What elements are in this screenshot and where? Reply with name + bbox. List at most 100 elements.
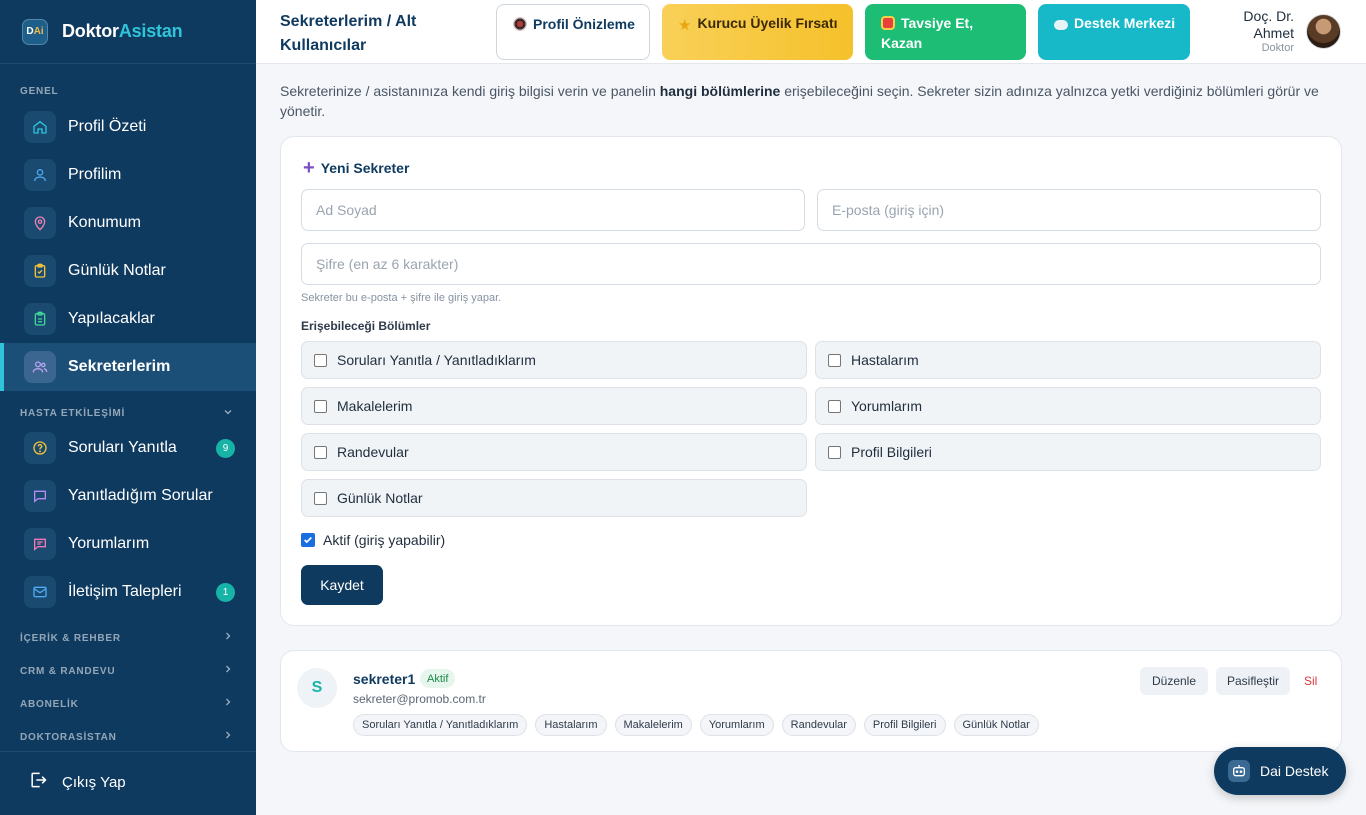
sidebar-item-label: Profil Özeti	[68, 118, 147, 135]
sidebar-item-secretaries[interactable]: Sekreterlerim	[0, 343, 256, 391]
permission-daily-notes[interactable]: Günlük Notlar	[301, 479, 807, 517]
home-icon	[24, 111, 56, 143]
section-toggle-content[interactable]: İÇERİK & REHBER	[0, 626, 256, 650]
sidebar-item-label: Yorumlarım	[68, 535, 150, 552]
brand[interactable]: D Ai DoktorAsistan	[0, 0, 256, 64]
sidebar-item-answered-questions[interactable]: Yanıtladığım Sorular	[0, 472, 256, 520]
permission-tag: Soruları Yanıtla / Yanıtladıklarım	[353, 714, 528, 736]
plus-icon: +	[303, 157, 315, 179]
checkbox[interactable]	[828, 445, 841, 459]
permission-label: Randevular	[337, 444, 409, 460]
sidebar-item-comments[interactable]: Yorumlarım	[0, 520, 256, 568]
section-label-crm: CRM & RANDEVU	[20, 665, 116, 677]
new-secretary-card: + Yeni Sekreter Ad Soyad E-posta (giriş …	[280, 136, 1342, 626]
sidebar-item-answer-questions[interactable]: Soruları Yanıtla 9	[0, 424, 256, 472]
clipboard-list-icon	[24, 303, 56, 335]
brand-logo-ai: Ai	[33, 26, 44, 37]
brand-name-part2: Asistan	[118, 21, 183, 41]
chevron-right-icon	[222, 629, 234, 647]
section-toggle-doktorasistan[interactable]: DOKTORASİSTAN	[0, 725, 256, 749]
section-label-patient: HASTA ETKİLEŞİMİ	[20, 407, 126, 419]
founder-membership-button[interactable]: ★ Kurucu Üyelik Fırsatı	[662, 4, 853, 60]
sidebar-divider	[0, 751, 256, 752]
logout-icon	[28, 770, 48, 795]
chat-bubble-icon	[24, 480, 56, 512]
checkbox[interactable]	[314, 399, 327, 413]
sidebar-item-label: Yanıtladığım Sorular	[68, 487, 213, 504]
founder-membership-label: Kurucu Üyelik Fırsatı	[697, 15, 838, 31]
checkbox[interactable]	[828, 399, 841, 413]
section-toggle-subscription[interactable]: ABONELİK	[0, 692, 256, 716]
logout-label: Çıkış Yap	[62, 774, 126, 791]
intro-part1: Sekreterinize / asistanınıza kendi giriş…	[280, 83, 660, 99]
sidebar-item-todos[interactable]: Yapılacaklar	[0, 295, 256, 343]
permission-tag: Yorumlarım	[699, 714, 774, 736]
sidebar-item-label: Sekreterlerim	[68, 358, 171, 375]
form-title-label: Yeni Sekreter	[320, 160, 410, 176]
status-badge: Aktif	[420, 669, 456, 688]
permission-questions[interactable]: Soruları Yanıtla / Yanıtladıklarım	[301, 341, 807, 379]
permission-label: Makalelerim	[337, 398, 413, 414]
sidebar-item-profile-summary[interactable]: Profil Özeti	[0, 103, 256, 151]
count-badge: 1	[216, 582, 235, 602]
profile-preview-button[interactable]: Profil Önizleme	[496, 4, 650, 60]
sidebar-item-location[interactable]: Konumum	[0, 199, 256, 247]
sidebar-item-contact-requests[interactable]: İletişim Talepleri 1	[0, 568, 256, 616]
brand-name-part1: Doktor	[62, 21, 119, 41]
speech-bubble-icon	[1054, 20, 1068, 30]
sidebar-item-daily-notes[interactable]: Günlük Notlar	[0, 247, 256, 295]
sidebar-item-label: Yapılacaklar	[68, 310, 155, 327]
active-toggle[interactable]: Aktif (giriş yapabilir)	[301, 532, 445, 548]
email-input[interactable]: E-posta (giriş için)	[817, 189, 1321, 231]
permission-appointments[interactable]: Randevular	[301, 433, 807, 471]
refer-earn-button[interactable]: Tavsiye Et, Kazan	[865, 4, 1026, 60]
dai-support-button[interactable]: Dai Destek	[1214, 747, 1346, 795]
permission-tag: Hastalarım	[535, 714, 607, 736]
section-toggle-patient[interactable]: HASTA ETKİLEŞİMİ	[0, 401, 256, 425]
password-input[interactable]: Şifre (en az 6 karakter)	[301, 243, 1321, 285]
clipboard-check-icon	[24, 255, 56, 287]
eye-icon	[513, 17, 527, 31]
section-label-general: GENEL	[20, 86, 59, 97]
permission-comments[interactable]: Yorumlarım	[815, 387, 1321, 425]
save-button[interactable]: Kaydet	[301, 565, 383, 605]
permission-articles[interactable]: Makalelerim	[301, 387, 807, 425]
login-hint: Sekreter bu e-posta + şifre ile giriş ya…	[301, 292, 502, 304]
star-icon: ★	[678, 17, 692, 34]
brand-logo: D Ai	[22, 18, 48, 45]
question-circle-icon	[24, 432, 56, 464]
avatar[interactable]	[1306, 14, 1341, 49]
section-label-doktorasistan: DOKTORASİSTAN	[20, 731, 117, 743]
sidebar-item-profile[interactable]: Profilim	[0, 151, 256, 199]
checkbox[interactable]	[314, 491, 327, 505]
permission-tag: Profil Bilgileri	[863, 714, 946, 736]
name-input[interactable]: Ad Soyad	[301, 189, 805, 231]
permission-tag: Günlük Notlar	[953, 714, 1039, 736]
mail-icon	[24, 576, 56, 608]
permission-tags: Soruları Yanıtla / Yanıtladıklarım Hasta…	[353, 714, 1039, 736]
chevron-down-icon	[222, 406, 234, 421]
deactivate-button[interactable]: Pasifleştir	[1216, 667, 1290, 695]
checkbox[interactable]	[314, 353, 327, 367]
sidebar-item-label: Konumum	[68, 214, 141, 231]
form-title: + Yeni Sekreter	[303, 157, 410, 179]
secretary-email: sekreter@promob.com.tr	[353, 692, 486, 706]
permission-patients[interactable]: Hastalarım	[815, 341, 1321, 379]
checkbox[interactable]	[314, 445, 327, 459]
checkbox[interactable]	[828, 353, 841, 367]
intro-bold: hangi bölümlerine	[659, 83, 781, 99]
top-header: Sekreterlerim / Alt Kullanıcılar Profil …	[256, 0, 1366, 64]
user-name[interactable]: Doç. Dr. Ahmet	[1216, 8, 1294, 42]
robot-icon	[1228, 760, 1250, 782]
permission-profile-info[interactable]: Profil Bilgileri	[815, 433, 1321, 471]
checkbox-checked[interactable]	[301, 533, 315, 547]
sidebar-item-label: Günlük Notlar	[68, 262, 166, 279]
section-label-subscription: ABONELİK	[20, 698, 79, 710]
edit-button[interactable]: Düzenle	[1140, 667, 1208, 695]
section-toggle-crm[interactable]: CRM & RANDEVU	[0, 659, 256, 683]
delete-button[interactable]: Sil	[1304, 667, 1317, 695]
support-center-button[interactable]: Destek Merkezi	[1038, 4, 1190, 60]
permissions-label: Erişebileceği Bölümler	[301, 319, 431, 333]
logout-button[interactable]: Çıkış Yap	[28, 770, 126, 795]
permission-label: Profil Bilgileri	[851, 444, 932, 460]
